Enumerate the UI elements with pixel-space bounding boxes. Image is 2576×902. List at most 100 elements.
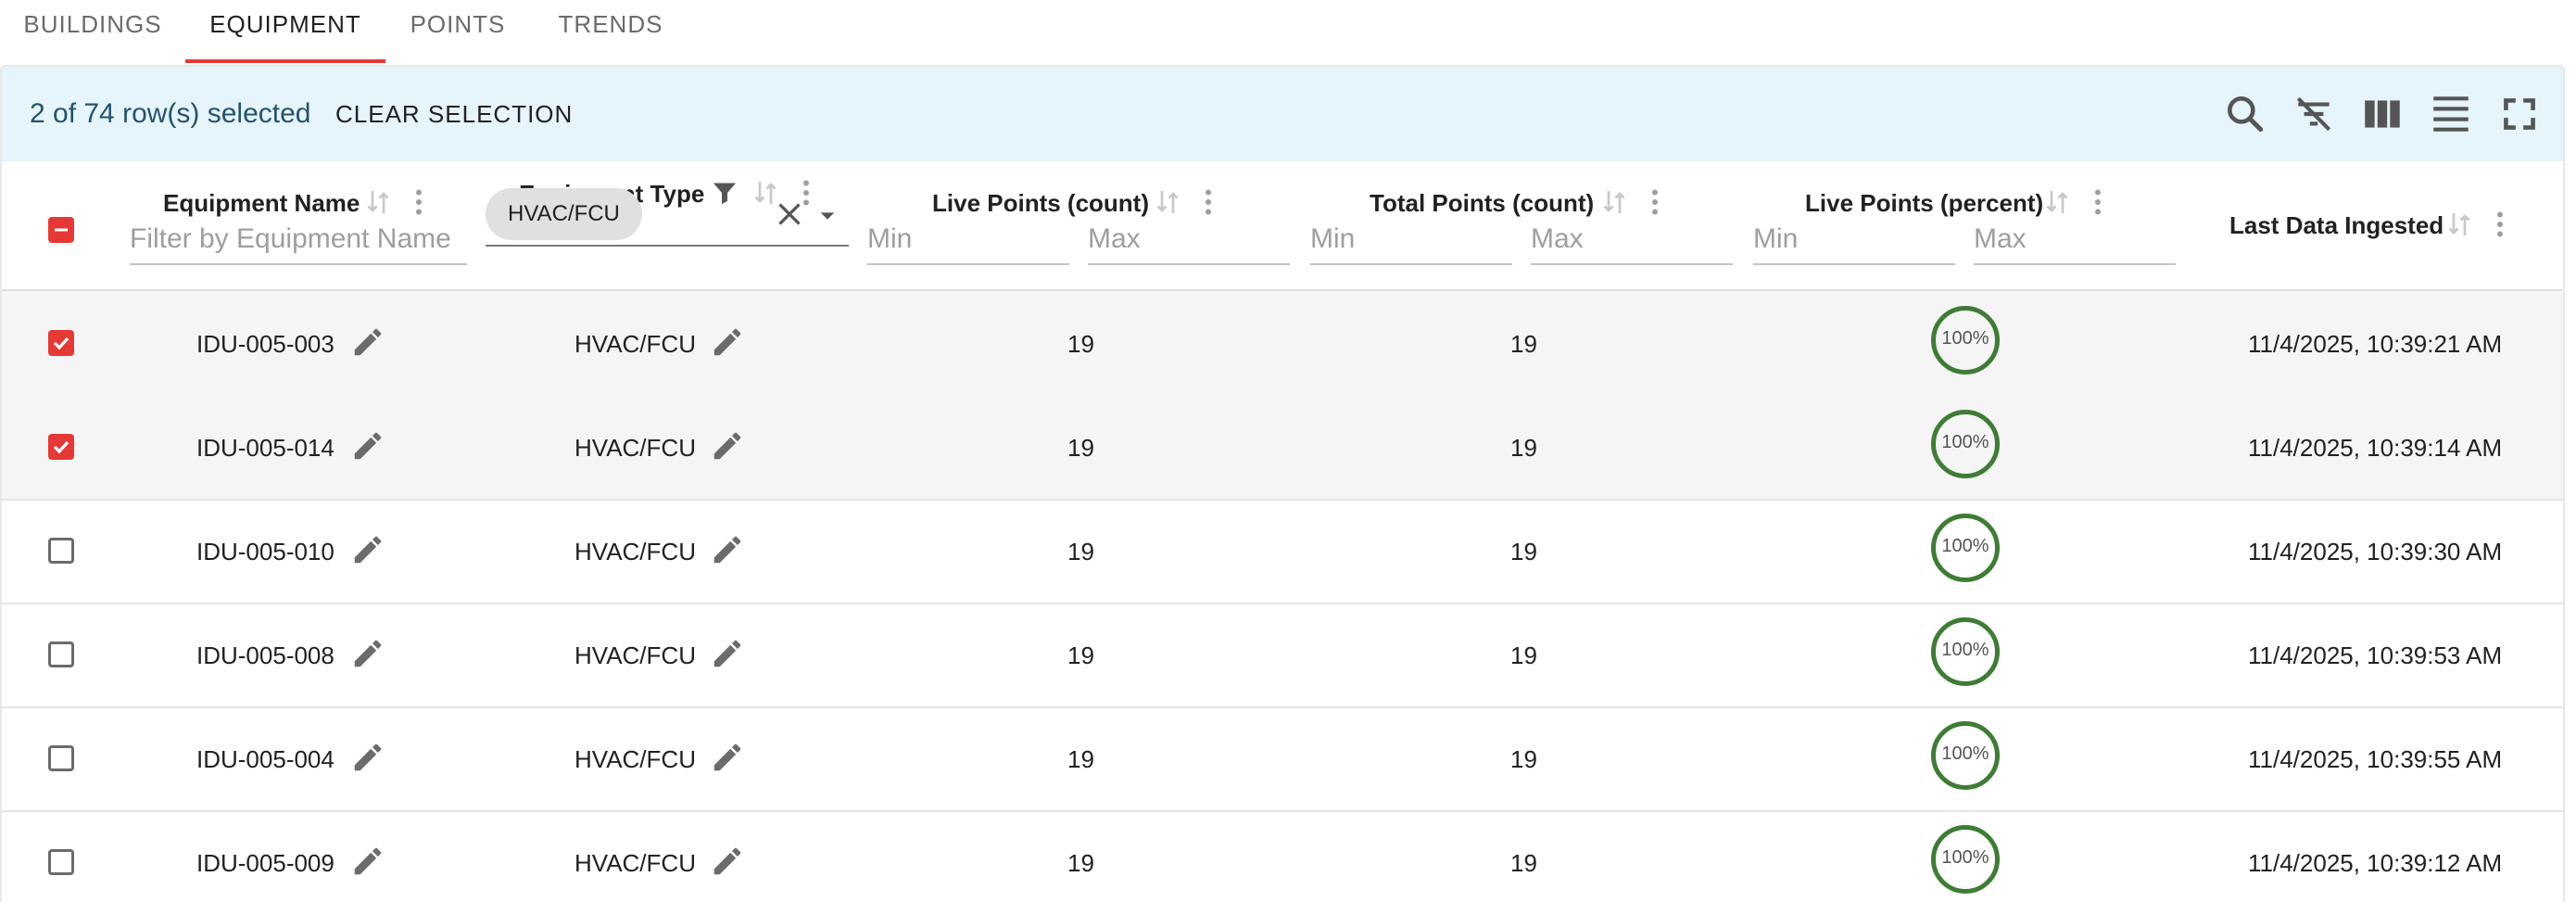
select-all-checkbox[interactable] (48, 217, 74, 243)
table-row[interactable]: IDU-005-014 HVAC/FCU 19 19 100% 11/4/2025, 10… (2, 395, 2563, 501)
live-points-count-cell: 19 (1067, 642, 1094, 669)
selection-toolbar: 2 of 74 row(s) selected CLEAR SELECTION (2, 67, 2563, 161)
total-count-max-input[interactable]: Max (1531, 215, 1733, 265)
tab-equipment[interactable]: EQUIPMENT (185, 0, 385, 63)
live-points-percent-ring: 100% (1931, 721, 2000, 790)
equipment-name-cell: IDU-005-014 (196, 434, 335, 462)
header-total-points-count[interactable]: Total Points (count) (1370, 189, 1594, 218)
total-points-count-cell: 19 (1510, 642, 1537, 669)
clear-selection-button[interactable]: CLEAR SELECTION (335, 100, 573, 129)
total-count-min-input[interactable]: Min (1310, 215, 1512, 265)
equipment-name-cell: IDU-005-008 (196, 642, 335, 669)
clear-filter-icon[interactable] (2291, 91, 2337, 137)
table-row[interactable]: IDU-005-010 HVAC/FCU 19 19 100% 11/4/2025, 10… (2, 499, 2563, 604)
equipment-name-cell: IDU-005-004 (196, 745, 335, 773)
edit-type-pencil-icon[interactable] (710, 324, 745, 360)
tab-trends[interactable]: TRENDS (530, 0, 691, 63)
equipment-type-filter-chip[interactable]: HVAC/FCU (486, 188, 642, 240)
edit-name-pencil-icon[interactable] (350, 428, 385, 464)
tab-bar: BUILDINGS EQUIPMENT POINTS TRENDS (0, 0, 2576, 63)
column-menu-icon[interactable] (402, 185, 436, 219)
row-checkbox[interactable] (48, 849, 74, 875)
live-points-percent-ring: 100% (1931, 410, 2000, 478)
live-points-count-cell: 19 (1067, 330, 1094, 358)
live-count-min-input[interactable]: Min (867, 215, 1069, 265)
live-points-count-cell: 19 (1067, 434, 1094, 462)
edit-name-pencil-icon[interactable] (350, 532, 385, 567)
edit-type-pencil-icon[interactable] (710, 636, 745, 671)
last-data-ingested-cell: 11/4/2025, 10:39:30 AM (2248, 538, 2503, 565)
column-menu-icon[interactable] (1638, 185, 1672, 219)
last-data-ingested-cell: 11/4/2025, 10:39:55 AM (2248, 745, 2503, 773)
row-checkbox[interactable] (48, 434, 74, 460)
live-points-percent-ring: 100% (1931, 825, 2000, 894)
sort-icon[interactable] (361, 185, 395, 219)
chevron-down-icon[interactable] (817, 206, 838, 226)
equipment-type-cell: HVAC/FCU (575, 642, 696, 669)
equipment-type-cell: HVAC/FCU (575, 538, 696, 565)
row-checkbox[interactable] (48, 538, 74, 564)
equipment-type-cell: HVAC/FCU (575, 434, 696, 462)
live-points-percent-ring: 100% (1931, 617, 2000, 686)
tab-buildings[interactable]: BUILDINGS (0, 0, 185, 63)
live-points-count-cell: 19 (1067, 745, 1094, 773)
live-percent-max-input[interactable]: Max (1974, 215, 2176, 265)
live-points-percent-ring: 100% (1931, 514, 2000, 582)
equipment-type-cell: HVAC/FCU (575, 330, 696, 358)
sort-icon[interactable] (2040, 185, 2074, 219)
column-menu-icon[interactable] (1192, 185, 1225, 219)
total-points-count-cell: 19 (1510, 330, 1537, 358)
density-icon[interactable] (2428, 91, 2474, 137)
equipment-table: 2 of 74 row(s) selected CLEAR SELECTION … (0, 65, 2565, 902)
sort-icon[interactable] (1151, 185, 1184, 219)
edit-name-pencil-icon[interactable] (350, 844, 385, 879)
last-data-ingested-cell: 11/4/2025, 10:39:14 AM (2248, 434, 2503, 462)
row-checkbox[interactable] (48, 330, 74, 356)
table-row[interactable]: IDU-005-004 HVAC/FCU 19 19 100% 11/4/2025, 10… (2, 706, 2563, 812)
edit-type-pencil-icon[interactable] (710, 740, 745, 775)
equipment-type-cell: HVAC/FCU (575, 745, 696, 773)
search-icon[interactable] (2222, 91, 2268, 137)
equipment-name-filter-input[interactable]: Filter by Equipment Name (130, 215, 467, 265)
edit-name-pencil-icon[interactable] (350, 636, 385, 671)
live-points-percent-ring: 100% (1931, 306, 2000, 375)
row-checkbox[interactable] (48, 745, 74, 771)
header-last-data-ingested[interactable]: Last Data Ingested (2229, 211, 2443, 240)
equipment-type-cell: HVAC/FCU (575, 849, 696, 877)
last-data-ingested-cell: 11/4/2025, 10:39:53 AM (2248, 642, 2503, 669)
table-row[interactable]: IDU-005-008 HVAC/FCU 19 19 100% 11/4/2025, 10… (2, 603, 2563, 708)
header-live-points-count[interactable]: Live Points (count) (932, 189, 1149, 218)
table-header: Equipment Name Filter by Equipment Name … (2, 161, 2563, 291)
sort-icon[interactable] (2443, 208, 2476, 241)
close-icon[interactable] (773, 197, 806, 231)
fullscreen-icon[interactable] (2496, 91, 2543, 137)
tab-points[interactable]: POINTS (385, 0, 530, 63)
equipment-name-cell: IDU-005-009 (196, 849, 335, 877)
equipment-type-filter-underline (486, 245, 849, 247)
edit-type-pencil-icon[interactable] (710, 844, 745, 879)
total-points-count-cell: 19 (1510, 849, 1537, 877)
live-percent-min-input[interactable]: Min (1753, 215, 1955, 265)
column-menu-icon[interactable] (2483, 208, 2517, 241)
live-points-count-cell: 19 (1067, 849, 1094, 877)
filter-active-icon[interactable] (708, 176, 741, 210)
header-equipment-name[interactable]: Equipment Name (163, 189, 360, 218)
live-points-count-cell: 19 (1067, 538, 1094, 565)
total-points-count-cell: 19 (1510, 434, 1537, 462)
active-tab-indicator (185, 59, 385, 63)
column-menu-icon[interactable] (2081, 185, 2115, 219)
sort-icon[interactable] (1597, 185, 1631, 219)
edit-name-pencil-icon[interactable] (350, 740, 385, 775)
last-data-ingested-cell: 11/4/2025, 10:39:12 AM (2248, 849, 2503, 877)
live-count-max-input[interactable]: Max (1088, 215, 1290, 265)
edit-name-pencil-icon[interactable] (350, 324, 385, 360)
edit-type-pencil-icon[interactable] (710, 532, 745, 567)
header-live-points-percent[interactable]: Live Points (percent) (1805, 189, 2043, 218)
row-checkbox[interactable] (48, 642, 74, 667)
edit-type-pencil-icon[interactable] (710, 428, 745, 464)
table-row[interactable]: IDU-005-003 HVAC/FCU 19 19 100% 11/4/2025, 10… (2, 291, 2563, 397)
equipment-name-cell: IDU-005-010 (196, 538, 335, 565)
columns-icon[interactable] (2359, 91, 2406, 137)
selection-count: 2 of 74 row(s) selected (30, 98, 311, 129)
table-row[interactable]: IDU-005-009 HVAC/FCU 19 19 100% 11/4/2025, 10… (2, 810, 2563, 902)
